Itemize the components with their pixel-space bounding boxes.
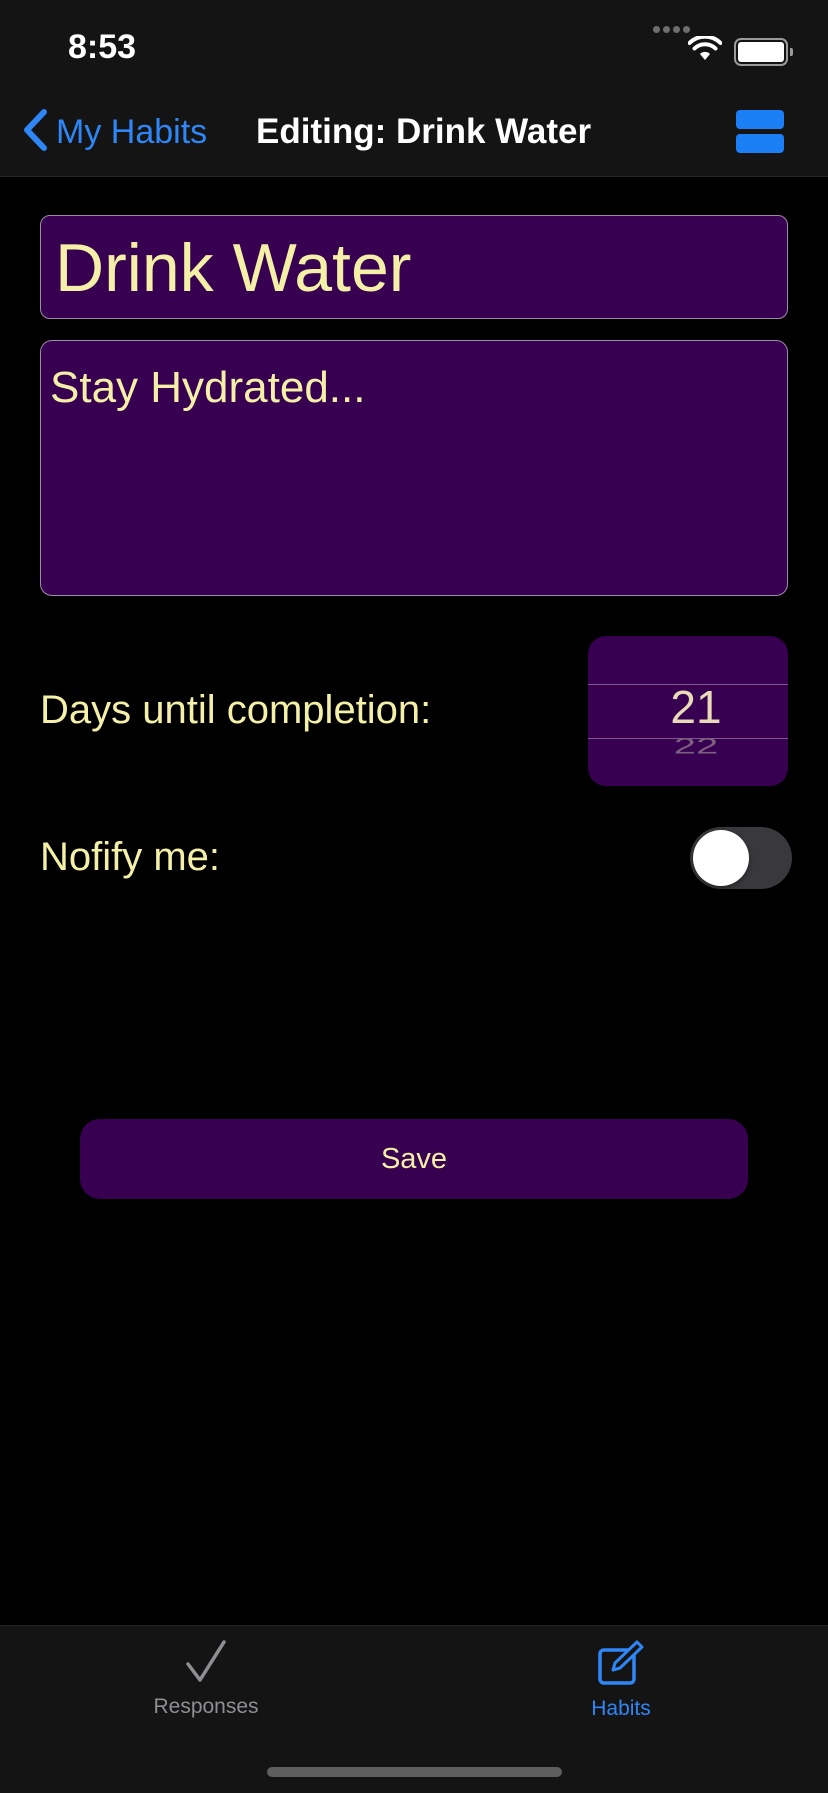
checkmark-icon <box>184 1640 228 1688</box>
layout-icon-bottom <box>736 134 784 153</box>
back-button[interactable]: My Habits <box>22 108 207 156</box>
layout-icon-top <box>736 110 784 129</box>
home-indicator <box>267 1767 562 1777</box>
battery-icon <box>734 38 793 66</box>
tab-responses-label: Responses <box>153 1695 259 1718</box>
toggle-knob <box>693 830 749 886</box>
notify-toggle[interactable] <box>690 827 792 889</box>
save-button[interactable]: Save <box>80 1119 748 1199</box>
notify-me-label: Nofify me: <box>40 835 221 879</box>
habit-description-field[interactable]: Stay Hydrated... <box>40 340 788 596</box>
tab-habits[interactable]: Habits <box>521 1640 721 1721</box>
days-until-completion-label: Days until completion: <box>40 688 432 732</box>
tab-habits-label: Habits <box>591 1697 651 1720</box>
chevron-left-icon <box>22 108 48 157</box>
days-picker[interactable]: 21 22 <box>588 636 788 786</box>
days-picker-next-value: 22 <box>673 734 719 759</box>
back-button-label: My Habits <box>56 112 208 151</box>
days-picker-selected-value: 21 <box>670 681 722 733</box>
wifi-icon <box>687 34 723 67</box>
page-title: Editing: Drink Water <box>256 112 592 151</box>
navigation-bar: 8:53 My Habits Editing: Drink Water <box>0 0 828 177</box>
layout-toggle-button[interactable] <box>736 110 784 154</box>
cellular-signal-icon <box>650 20 690 38</box>
tab-responses[interactable]: Responses <box>106 1640 306 1719</box>
habit-name-field[interactable]: Drink Water <box>40 215 788 319</box>
status-time: 8:53 <box>68 28 137 66</box>
edit-icon <box>597 1640 645 1690</box>
